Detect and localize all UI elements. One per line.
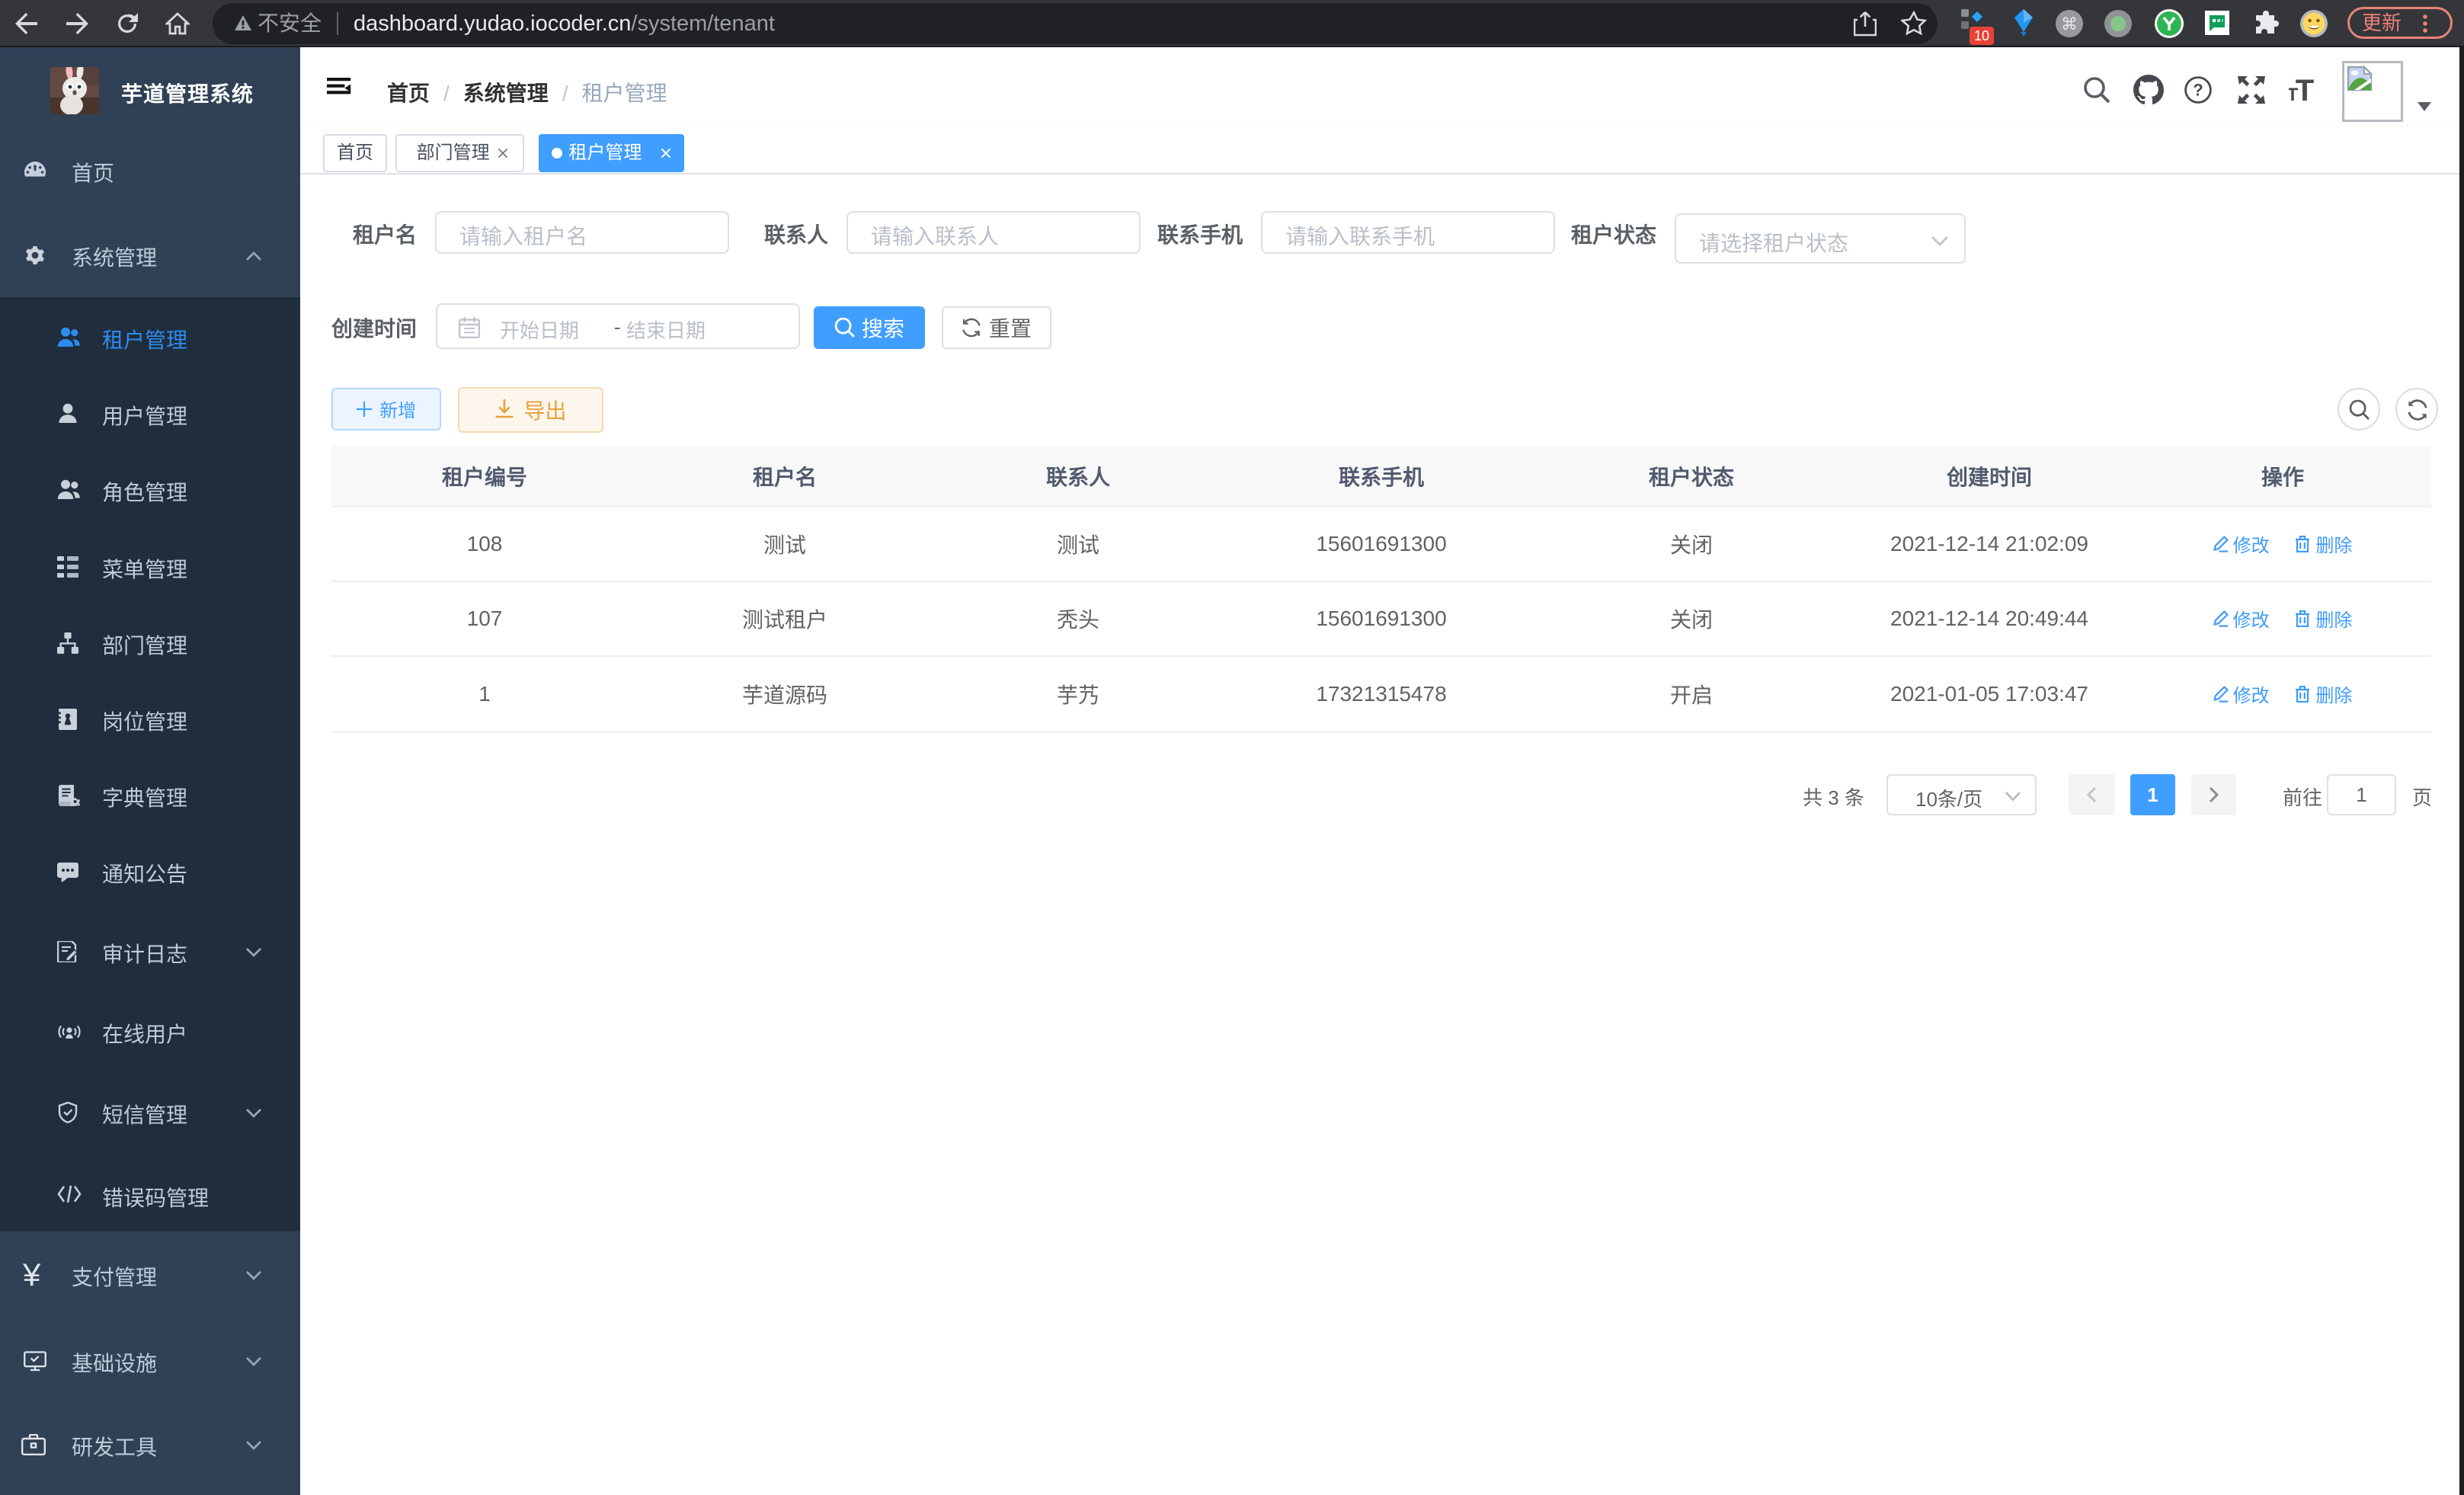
svg-text:⌘: ⌘ <box>2061 14 2078 34</box>
svg-text:?: ? <box>2193 81 2203 100</box>
svg-text:T: T <box>2296 75 2314 105</box>
svg-text:T: T <box>2289 85 2299 105</box>
